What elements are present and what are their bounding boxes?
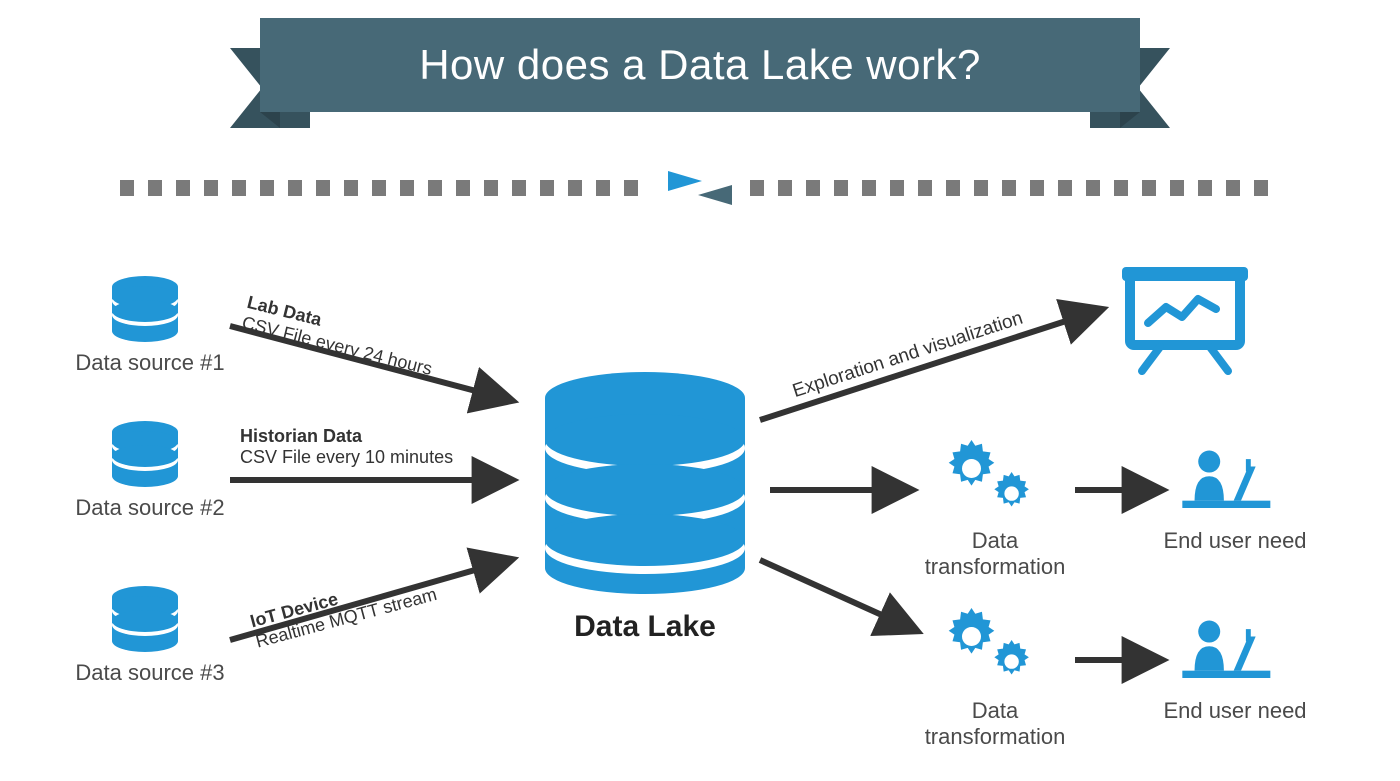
database-large-icon [540,370,750,600]
transform-2-label: Data transformation [900,698,1090,750]
end-user-1 [1175,446,1285,526]
gears-icon [935,608,1045,698]
arrow-2-title: Historian Data [240,426,453,447]
presentation-icon [1120,265,1250,375]
enduser-1-label: End user need [1150,528,1320,554]
data-transformation-1 [935,440,1045,530]
arrow-2-sub: CSV File every 10 minutes [240,447,453,468]
data-lake-label: Data Lake [540,610,750,644]
gears-icon [935,440,1045,530]
arrow-label-2: Historian Data CSV File every 10 minutes [240,426,453,468]
transform-1-label: Data transformation [900,528,1090,580]
enduser-2-label: End user need [1150,698,1320,724]
end-user-2 [1175,616,1285,696]
person-desk-icon [1175,446,1285,526]
presentation-output [1120,265,1250,375]
person-desk-icon [1175,616,1285,696]
data-transformation-2 [935,608,1045,698]
data-lake [540,370,750,600]
